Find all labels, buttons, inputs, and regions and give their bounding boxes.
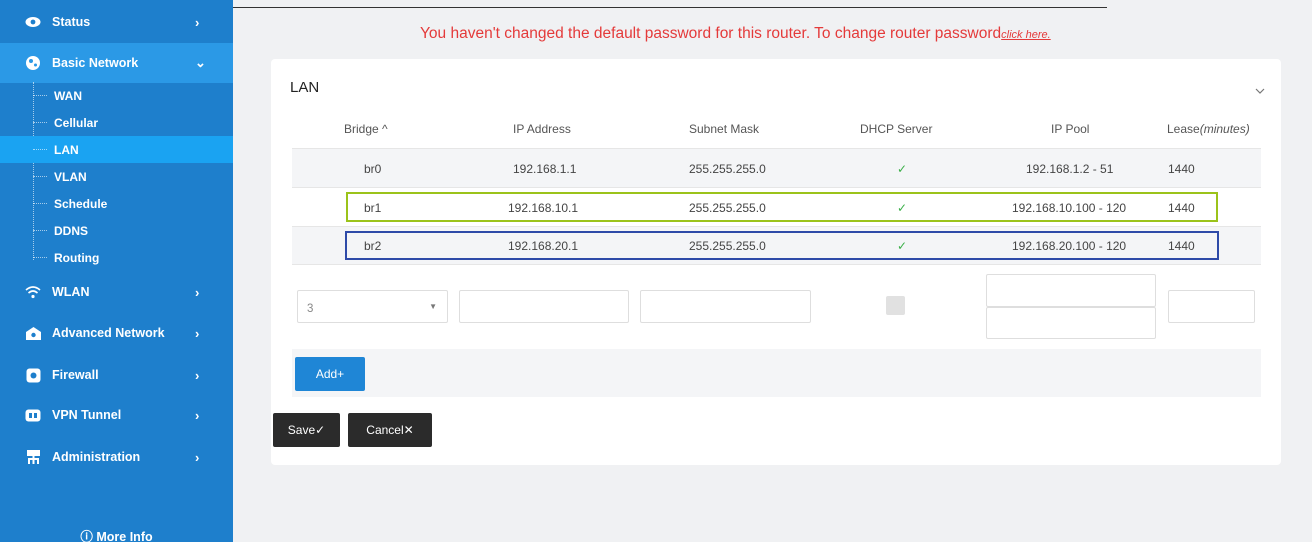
- cell-ip: 192.168.1.1: [513, 162, 577, 176]
- globe-icon: [24, 54, 42, 72]
- sub-item-cellular[interactable]: Cellular: [0, 109, 233, 136]
- chevron-right-icon: ›: [195, 449, 200, 465]
- admin-icon: [24, 448, 42, 466]
- sub-item-routing[interactable]: Routing: [0, 244, 233, 271]
- table-row: [292, 149, 1261, 187]
- wifi-icon: [24, 283, 42, 301]
- cell-pool: 192.168.1.2 - 51: [1026, 162, 1114, 176]
- header-ip-address: IP Address: [513, 122, 571, 136]
- nav-status[interactable]: Status ›: [0, 2, 233, 42]
- chevron-right-icon: ›: [195, 284, 200, 300]
- firewall-icon: [24, 366, 42, 384]
- top-divider: [233, 7, 1107, 8]
- header-subnet-mask: Subnet Mask: [689, 122, 760, 136]
- change-password-link[interactable]: click here.: [1001, 29, 1051, 41]
- nav-basic-network[interactable]: Basic Network ⌄: [0, 43, 233, 83]
- add-button[interactable]: Add+: [295, 357, 365, 391]
- sub-item-ddns[interactable]: DDNS: [0, 217, 233, 244]
- nav-firewall[interactable]: Firewall ›: [0, 355, 233, 395]
- sub-item-schedule[interactable]: Schedule: [0, 190, 233, 217]
- highlight-box-green: [346, 192, 1218, 222]
- bridge-select-value: 3: [307, 303, 314, 315]
- add-bar: [292, 349, 1261, 397]
- eye-icon: [24, 13, 42, 31]
- ip-pool-end-input[interactable]: [986, 307, 1156, 339]
- network-icon: [24, 324, 42, 342]
- save-button[interactable]: Save✓: [273, 413, 340, 447]
- more-info-link[interactable]: ⓘ More Info: [0, 526, 233, 542]
- header-bridge[interactable]: Bridge ^: [344, 122, 388, 136]
- nav-wlan[interactable]: WLAN ›: [0, 272, 233, 312]
- cell-bridge: br0: [364, 162, 382, 176]
- header-dhcp-server: DHCP Server: [860, 122, 933, 136]
- row-divider: [292, 264, 1261, 265]
- nav-status-label: Status: [52, 15, 91, 29]
- nav-basic-network-label: Basic Network: [52, 56, 139, 70]
- nav-firewall-label: Firewall: [52, 368, 99, 382]
- dhcp-check-icon: ✓: [897, 162, 908, 176]
- header-lease: Lease(minutes): [1167, 122, 1250, 136]
- chevron-right-icon: ›: [195, 407, 200, 423]
- password-warning-text: You haven't changed the default password…: [420, 25, 1002, 42]
- password-warning: You haven't changed the default password…: [420, 25, 1051, 43]
- subnet-mask-input[interactable]: [640, 290, 811, 323]
- cancel-button[interactable]: Cancel✕: [348, 413, 432, 447]
- highlight-box-blue: [345, 231, 1219, 260]
- info-icon: ⓘ: [80, 530, 93, 542]
- header-lease-unit: (minutes): [1199, 122, 1250, 136]
- chevron-right-icon: ›: [195, 325, 200, 341]
- card-title: LAN: [290, 79, 320, 96]
- vpn-icon: [24, 406, 42, 424]
- chevron-right-icon: ›: [195, 14, 200, 30]
- nav-vpn-tunnel[interactable]: VPN Tunnel ›: [0, 395, 233, 435]
- nav-advanced-network[interactable]: Advanced Network ›: [0, 313, 233, 353]
- header-ip-pool: IP Pool: [1051, 122, 1090, 136]
- caret-down-icon: ▼: [429, 302, 437, 311]
- nav-advanced-network-label: Advanced Network: [52, 326, 165, 340]
- sub-item-lan[interactable]: LAN: [0, 136, 233, 163]
- collapse-chevron-icon[interactable]: [1255, 83, 1265, 97]
- chevron-right-icon: ›: [195, 367, 200, 383]
- nav-vpn-tunnel-label: VPN Tunnel: [52, 408, 122, 422]
- lease-input[interactable]: [1168, 290, 1255, 323]
- bridge-select[interactable]: 3 ▼: [297, 290, 448, 323]
- cell-lease: 1440: [1168, 162, 1195, 176]
- sub-item-vlan[interactable]: VLAN: [0, 163, 233, 190]
- dhcp-server-checkbox[interactable]: [886, 296, 905, 315]
- header-lease-label: Lease: [1167, 122, 1200, 136]
- sidebar: Status › Basic Network ⌄ WAN Cellular LA…: [0, 0, 233, 542]
- ip-address-input[interactable]: [459, 290, 629, 323]
- nav-administration-label: Administration: [52, 450, 141, 464]
- cell-mask: 255.255.255.0: [689, 162, 766, 176]
- nav-administration[interactable]: Administration ›: [0, 437, 233, 477]
- more-info-label: More Info: [96, 530, 153, 542]
- sub-item-wan[interactable]: WAN: [0, 82, 233, 109]
- basic-network-submenu: WAN Cellular LAN VLAN Schedule DDNS Rout…: [0, 82, 233, 271]
- ip-pool-start-input[interactable]: [986, 274, 1156, 307]
- lan-card: LAN Bridge ^ IP Address Subnet Mask DHCP…: [271, 59, 1281, 465]
- chevron-down-icon: ⌄: [195, 55, 206, 70]
- nav-wlan-label: WLAN: [52, 285, 90, 299]
